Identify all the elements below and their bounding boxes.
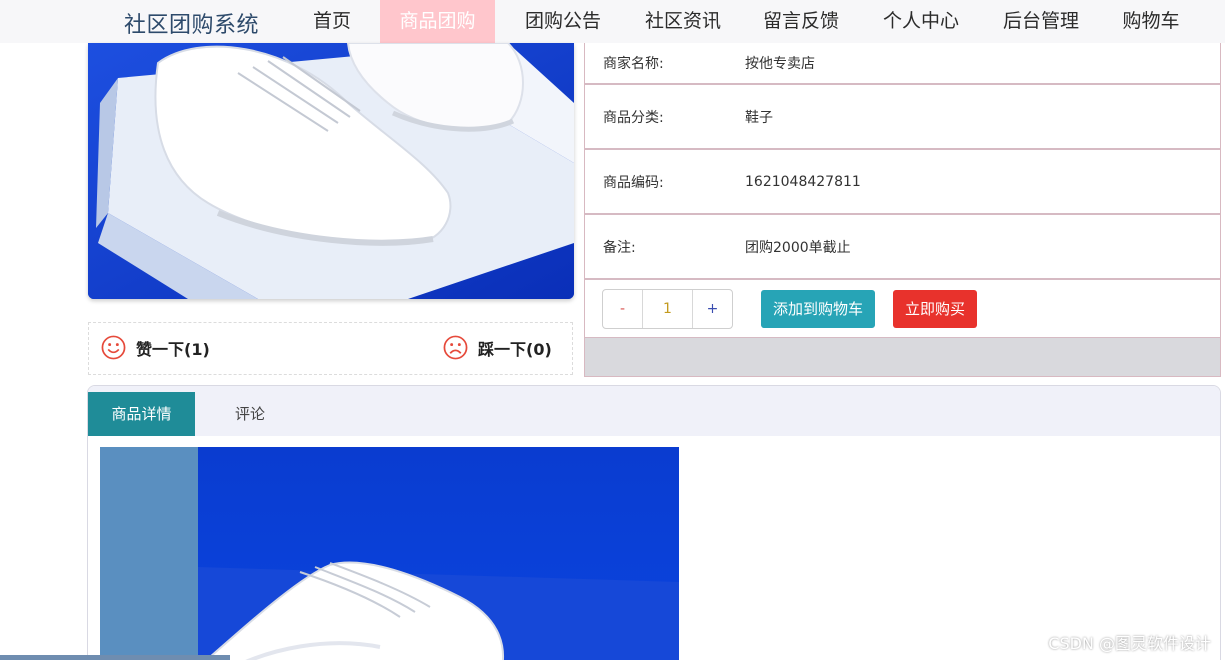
tab-product-detail[interactable]: 商品详情 bbox=[88, 392, 195, 436]
info-label: 商家名称: bbox=[603, 56, 664, 72]
purchase-row: - 1 + 添加到购物车 立即购买 bbox=[585, 280, 1220, 338]
white-sneaker-detail-icon bbox=[100, 447, 679, 660]
top-navbar: 社区团购系统 首页 商品团购 团购公告 社区资讯 留言反馈 个人中心 后台管理 … bbox=[0, 0, 1225, 43]
white-sneaker-icon bbox=[88, 43, 574, 299]
info-label: 备注: bbox=[603, 239, 636, 256]
info-value: 按他专卖店 bbox=[745, 56, 815, 72]
product-image bbox=[88, 43, 574, 299]
quantity-value[interactable]: 1 bbox=[643, 290, 693, 328]
vote-bar: 赞一下(1) 踩一下(0) bbox=[88, 322, 573, 375]
add-to-cart-button[interactable]: 添加到购物车 bbox=[761, 290, 876, 328]
quantity-increase-button[interactable]: + bbox=[693, 290, 732, 328]
info-label: 商品分类: bbox=[603, 109, 664, 126]
tab-comments[interactable]: 评论 bbox=[195, 392, 305, 436]
dislike-label: 踩一下(0) bbox=[478, 339, 552, 359]
nav-item-personal-center[interactable]: 个人中心 bbox=[866, 0, 976, 43]
product-info-panel: 商家名称: 按他专卖店 商品分类: 鞋子 商品编码: 1621048427811… bbox=[584, 43, 1221, 377]
sad-face-icon bbox=[443, 335, 468, 360]
tab-strip: 商品详情 评论 bbox=[88, 386, 1220, 436]
info-label: 商品编码: bbox=[603, 174, 664, 191]
info-row-category: 商品分类: 鞋子 bbox=[585, 85, 1220, 150]
quantity-decrease-button[interactable]: - bbox=[603, 290, 643, 328]
like-button[interactable]: 赞一下(1) bbox=[101, 335, 210, 360]
buy-now-button[interactable]: 立即购买 bbox=[893, 290, 978, 328]
nav-item-community-news[interactable]: 社区资讯 bbox=[628, 0, 738, 43]
quantity-stepper: - 1 + bbox=[602, 289, 733, 329]
brand-title[interactable]: 社区团购系统 bbox=[124, 7, 259, 39]
bottom-scroll-indicator bbox=[0, 655, 230, 660]
detail-section: 商品详情 评论 bbox=[87, 385, 1221, 660]
info-value: 鞋子 bbox=[745, 109, 773, 126]
info-value: 1621048427811 bbox=[745, 173, 861, 190]
nav-item-announcements[interactable]: 团购公告 bbox=[508, 0, 618, 43]
like-label: 赞一下(1) bbox=[136, 339, 210, 359]
smile-face-icon bbox=[101, 335, 126, 360]
nav-item-group-buy[interactable]: 商品团购 bbox=[380, 0, 495, 43]
info-value: 团购2000单截止 bbox=[745, 239, 851, 256]
nav-item-admin[interactable]: 后台管理 bbox=[986, 0, 1096, 43]
panel-footer bbox=[585, 338, 1220, 376]
detail-image bbox=[100, 447, 679, 660]
info-row-merchant: 商家名称: 按他专卖店 bbox=[585, 43, 1220, 85]
nav-item-home[interactable]: 首页 bbox=[300, 0, 364, 43]
nav-item-cart[interactable]: 购物车 bbox=[1106, 0, 1196, 43]
info-row-code: 商品编码: 1621048427811 bbox=[585, 150, 1220, 215]
info-row-remark: 备注: 团购2000单截止 bbox=[585, 215, 1220, 280]
dislike-button[interactable]: 踩一下(0) bbox=[443, 335, 552, 360]
watermark: CSDN @图灵软件设计 bbox=[1048, 634, 1211, 653]
nav-item-feedback[interactable]: 留言反馈 bbox=[746, 0, 856, 43]
